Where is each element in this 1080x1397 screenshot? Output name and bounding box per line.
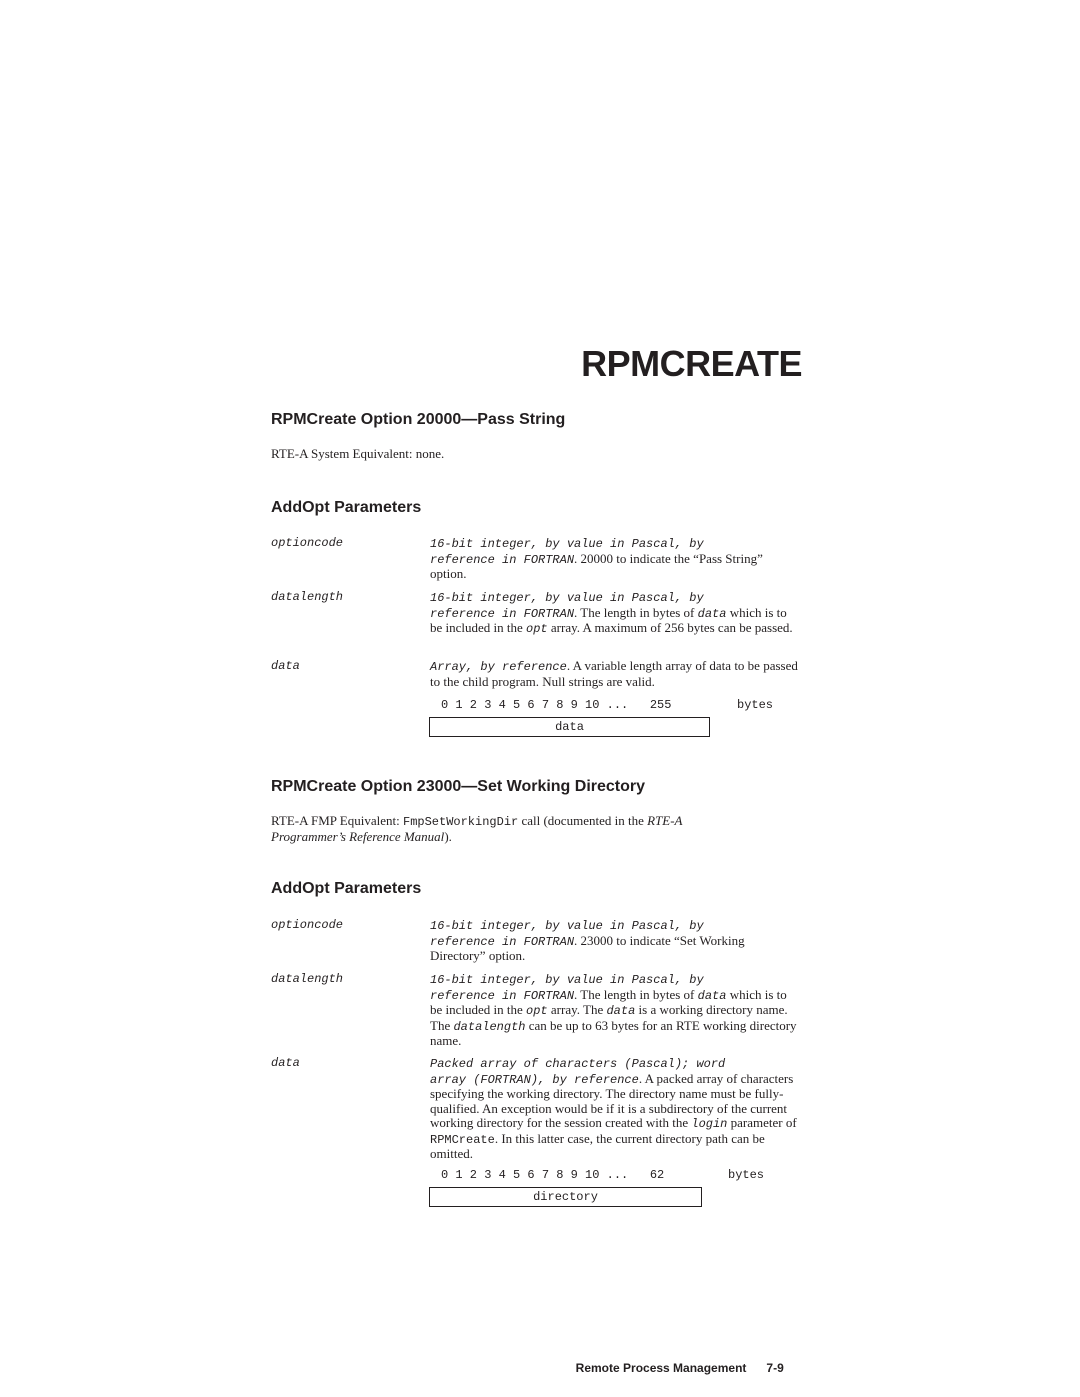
param-data: data Array, by reference. A variable len…: [271, 658, 811, 691]
system-equivalent-text: RTE-A System Equivalent: none.: [271, 446, 445, 461]
footer-section-name: Remote Process Management: [575, 1361, 747, 1375]
manual-reference: Programmer’s Reference Manual: [271, 828, 445, 844]
param-description: 16-bit integer, by value in Pascal, by r…: [430, 973, 797, 1048]
function-name: FmpSetWorkingDir: [403, 815, 519, 829]
param-name: optioncode: [271, 918, 344, 932]
byte-scale: 0 1 2 3 4 5 6 7 8 9 10 ... 62: [441, 1168, 665, 1182]
chapter-title: RPMCREATE: [581, 343, 802, 384]
param-name: data: [271, 1056, 300, 1070]
section-heading-option-23000: RPMCreate Option 23000—Set Working Direc…: [271, 778, 646, 795]
addopt-parameters-heading: AddOpt Parameters: [271, 499, 422, 516]
param-optioncode: optioncode 16-bit integer, by value in P…: [271, 536, 811, 582]
byte-diagram-pass-string: 0 1 2 3 4 5 6 7 8 9 10 ... 255 bytes dat…: [429, 698, 809, 737]
param-name: datalength: [271, 590, 344, 604]
manual-reference: RTE-A: [647, 813, 683, 828]
param-description: 16-bit integer, by value in Pascal, by r…: [430, 591, 793, 636]
param-description: Array, by reference. A variable length a…: [430, 658, 798, 689]
param-optioncode: optioncode 16-bit integer, by value in P…: [271, 918, 811, 964]
param-description: 16-bit integer, by value in Pascal, by r…: [430, 537, 763, 581]
addopt-parameters-heading: AddOpt Parameters: [271, 880, 422, 897]
byte-field-box: directory: [429, 1187, 702, 1207]
param-name: datalength: [271, 972, 344, 986]
param-description: Packed array of characters (Pascal); wor…: [430, 1057, 797, 1161]
param-name: optioncode: [271, 536, 344, 550]
param-description: 16-bit integer, by value in Pascal, by r…: [430, 919, 745, 963]
byte-unit-label: bytes: [737, 698, 774, 712]
param-name: data: [271, 659, 300, 673]
byte-diagram-working-directory: 0 1 2 3 4 5 6 7 8 9 10 ... 62 bytes dire…: [429, 1168, 809, 1207]
byte-unit-label: bytes: [728, 1168, 765, 1182]
page-footer: Remote Process Management 7-9: [569, 1347, 784, 1375]
fmp-equivalent-text: RTE-A FMP Equivalent: FmpSetWorkingDir c…: [271, 813, 683, 844]
param-datalength: datalength 16-bit integer, by value in P…: [271, 972, 811, 1048]
param-datalength: datalength 16-bit integer, by value in P…: [271, 590, 811, 650]
section-heading-option-20000: RPMCreate Option 20000—Pass String: [271, 411, 566, 428]
param-data: data Packed array of characters (Pascal)…: [271, 1056, 811, 1161]
page-number: 7-9: [766, 1361, 784, 1375]
byte-scale: 0 1 2 3 4 5 6 7 8 9 10 ... 255: [441, 698, 672, 712]
byte-field-box: data: [429, 717, 710, 737]
